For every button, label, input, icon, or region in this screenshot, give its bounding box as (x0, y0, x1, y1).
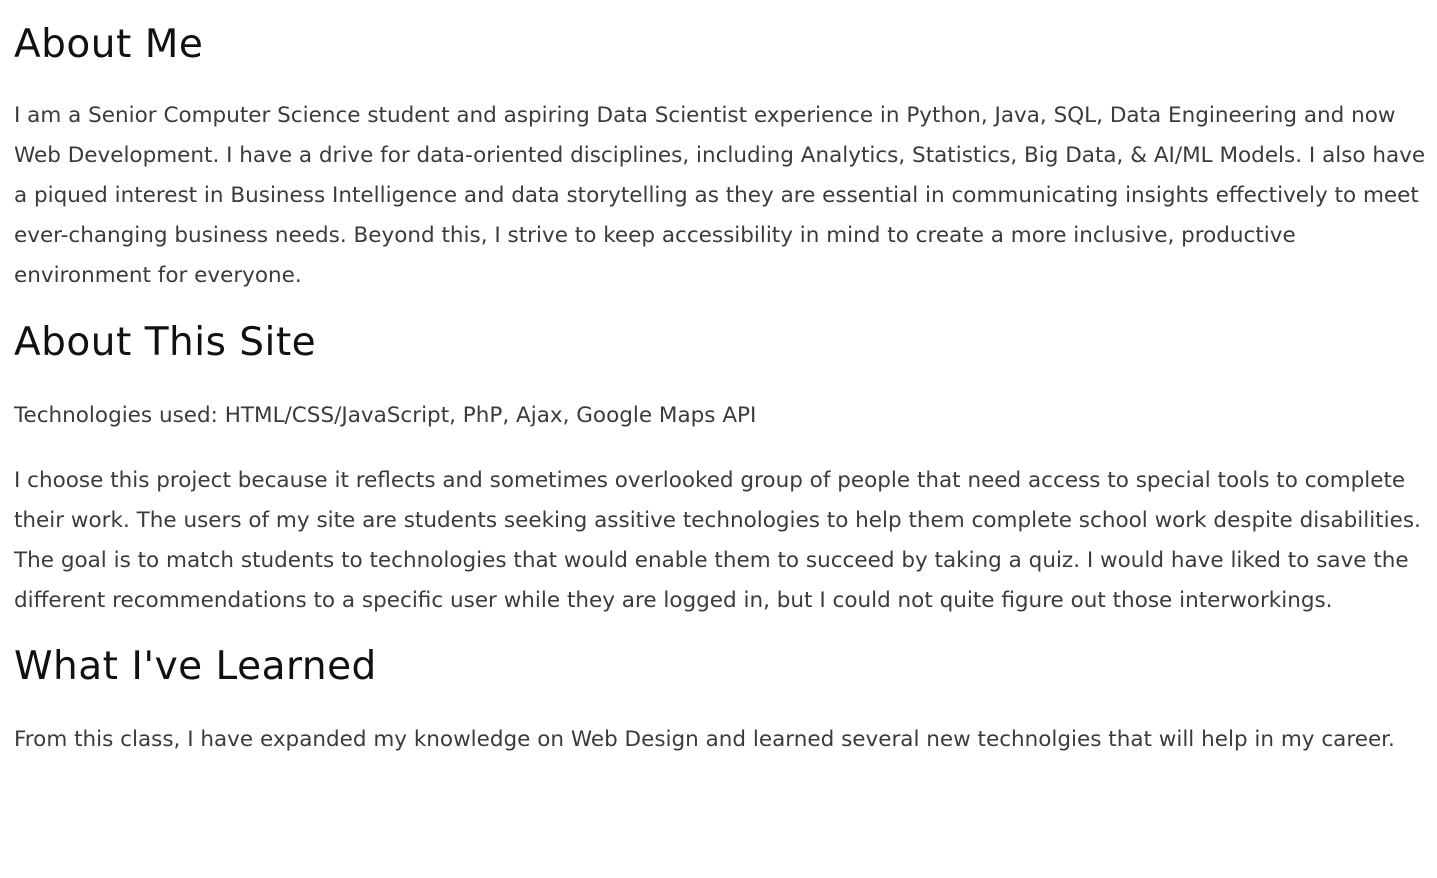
about-me-section: About Me I am a Senior Computer Science … (14, 0, 1431, 296)
learned-paragraph: From this class, I have expanded my know… (14, 727, 1395, 752)
about-me-paragraph: I am a Senior Computer Science student a… (14, 103, 1426, 288)
project-description-paragraph: I choose this project because it reflect… (14, 468, 1421, 613)
about-site-section: About This Site Technologies used: HTML/… (14, 320, 1431, 621)
learned-heading: What I've Learned (14, 644, 377, 689)
learned-section: What I've Learned From this class, I hav… (14, 644, 1431, 760)
technologies-paragraph: Technologies used: HTML/CSS/JavaScript, … (14, 403, 757, 428)
about-site-heading: About This Site (14, 320, 317, 365)
about-me-heading: About Me (14, 22, 204, 67)
